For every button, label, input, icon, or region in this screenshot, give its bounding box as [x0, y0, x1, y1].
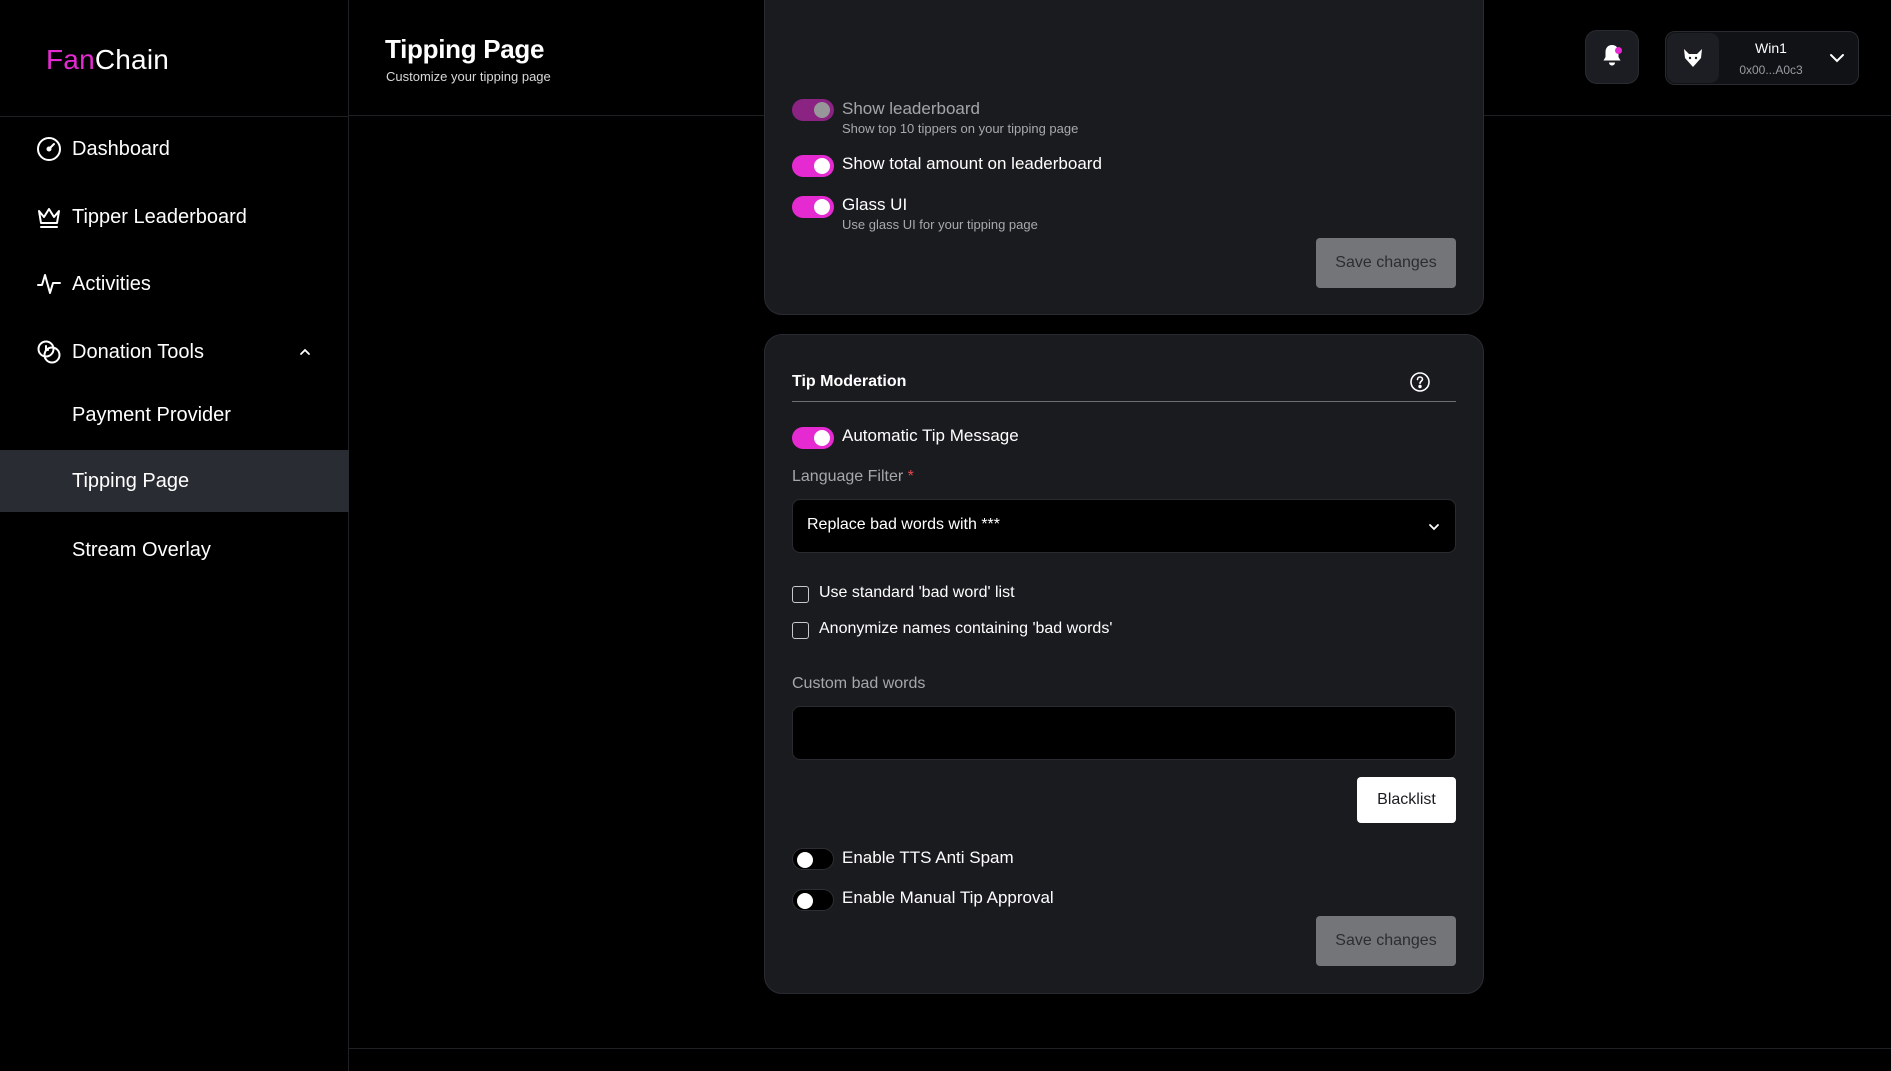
anonymize-names-label: Anonymize names containing 'bad words' — [819, 620, 1113, 637]
glass-ui-description: Use glass UI for your tipping page — [842, 217, 1038, 232]
anonymize-names-checkbox[interactable] — [792, 622, 809, 639]
manual-tip-approval-toggle[interactable] — [792, 889, 834, 911]
footer-divider — [349, 1048, 1891, 1049]
tipping-page-settings-card: Show leaderboard Show top 10 tippers on … — [764, 0, 1484, 315]
sidebar-item-donation-tools[interactable]: Donation Tools — [0, 321, 349, 383]
use-standard-bad-word-list-label: Use standard 'bad word' list — [819, 584, 1015, 601]
sidebar-item-stream-overlay[interactable]: Stream Overlay — [0, 519, 349, 581]
user-menu[interactable]: Win1 0x00...A0c3 — [1665, 31, 1859, 85]
sidebar-item-activities[interactable]: Activities — [0, 253, 349, 315]
show-total-amount-toggle[interactable] — [792, 155, 834, 177]
save-changes-button[interactable]: Save changes — [1316, 916, 1456, 966]
language-filter-value: Replace bad words with *** — [807, 516, 1000, 533]
crown-icon — [36, 204, 62, 230]
sidebar-item-payment-provider[interactable]: Payment Provider — [0, 384, 349, 446]
required-mark: * — [907, 468, 914, 485]
blacklist-button[interactable]: Blacklist — [1357, 777, 1456, 823]
language-filter-label-text: Language Filter — [792, 468, 904, 485]
language-filter-label: Language Filter * — [792, 468, 914, 486]
page-subtitle: Customize your tipping page — [386, 69, 551, 84]
use-standard-bad-word-list-checkbox[interactable] — [792, 586, 809, 603]
show-leaderboard-toggle[interactable] — [792, 99, 834, 121]
custom-bad-words-input[interactable] — [792, 706, 1456, 760]
glass-ui-label: Glass UI — [842, 195, 908, 214]
chevron-down-icon[interactable] — [1828, 51, 1846, 65]
sidebar-item-label: Stream Overlay — [72, 538, 211, 561]
brand-logo[interactable]: FanChain — [46, 44, 169, 76]
automatic-tip-message-label: Automatic Tip Message — [842, 426, 1019, 445]
sidebar-item-label: Tipper Leaderboard — [72, 205, 247, 228]
wolf-avatar-icon — [1667, 33, 1719, 83]
sidebar-item-tipping-page[interactable]: Tipping Page — [0, 450, 349, 512]
automatic-tip-message-toggle[interactable] — [792, 427, 834, 449]
sidebar-item-label: Dashboard — [72, 137, 170, 160]
sidebar-item-label: Tipping Page — [72, 469, 190, 492]
wallet-address: 0x00...A0c3 — [1739, 63, 1803, 77]
show-total-amount-label: Show total amount on leaderboard — [842, 154, 1102, 173]
sidebar-item-tipper-leaderboard[interactable]: Tipper Leaderboard — [0, 186, 349, 248]
sidebar-divider — [0, 116, 349, 117]
chevron-down-icon — [1427, 520, 1441, 532]
section-divider — [792, 401, 1456, 402]
language-filter-select[interactable]: Replace bad words with *** — [792, 499, 1456, 553]
chevron-up-icon[interactable] — [297, 343, 313, 359]
notifications-button[interactable] — [1585, 30, 1639, 84]
user-name: Win1 — [1755, 40, 1787, 56]
sidebar-item-dashboard[interactable]: Dashboard — [0, 118, 349, 180]
save-changes-button[interactable]: Save changes — [1316, 238, 1456, 288]
show-leaderboard-label: Show leaderboard — [842, 99, 980, 118]
section-title: Tip Moderation — [792, 373, 907, 390]
brand-logo-fan: Fan — [46, 44, 95, 75]
tts-anti-spam-label: Enable TTS Anti Spam — [842, 848, 1014, 867]
tip-moderation-card: Tip Moderation Automatic Tip Message Lan… — [764, 334, 1484, 994]
brand-logo-chain: Chain — [94, 44, 170, 75]
dashboard-gauge-icon — [36, 136, 62, 162]
sidebar-item-label: Activities — [72, 272, 151, 295]
coins-icon — [36, 339, 62, 365]
manual-tip-approval-label: Enable Manual Tip Approval — [842, 888, 1054, 907]
sidebar: FanChain Dashboard Tipper Leaderboard Ac… — [0, 0, 349, 1071]
notification-dot — [1615, 47, 1622, 54]
custom-bad-words-label: Custom bad words — [792, 675, 926, 692]
question-circle-icon[interactable] — [1409, 371, 1431, 393]
page-title: Tipping Page — [385, 34, 545, 64]
sidebar-item-label: Donation Tools — [72, 340, 204, 363]
tts-anti-spam-toggle[interactable] — [792, 848, 834, 870]
sidebar-item-label: Payment Provider — [72, 403, 231, 426]
activity-pulse-icon — [36, 271, 62, 297]
show-leaderboard-description: Show top 10 tippers on your tipping page — [842, 121, 1079, 136]
glass-ui-toggle[interactable] — [792, 196, 834, 218]
